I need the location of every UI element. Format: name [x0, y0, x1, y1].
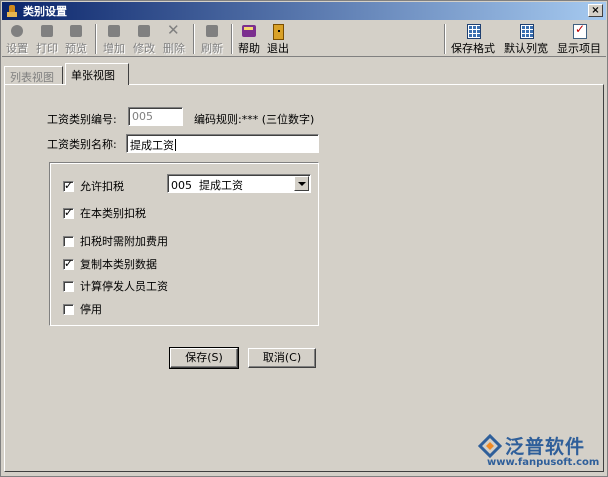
preview-label: 预览	[65, 42, 87, 55]
allow-tax-label: 允许扣税	[80, 180, 124, 193]
help-button[interactable]: 帮助	[236, 23, 262, 57]
category-code-label: 工资类别编号:	[47, 113, 117, 126]
preview-button[interactable]: 预览	[63, 23, 89, 57]
app-icon	[5, 4, 19, 18]
print-button[interactable]: 打印	[34, 23, 60, 57]
extra-fee-checkbox[interactable]: 扣税时需附加费用	[63, 233, 168, 249]
show-items-label: 显示项目	[557, 42, 601, 55]
add-label: 增加	[103, 42, 125, 55]
category-name-label: 工资类别名称:	[47, 138, 117, 151]
toolbar-separator	[95, 24, 97, 54]
allow-tax-checkbox[interactable]: 允许扣税	[63, 178, 124, 194]
category-settings-window: 类别设置 × 设置 打印 预览 增加 修改 删除	[0, 0, 608, 477]
show-items-icon	[571, 22, 587, 39]
tab-single-view[interactable]: 单张视图	[65, 63, 129, 85]
default-width-icon	[518, 23, 534, 39]
brand-url: www.fanpusoft.com	[487, 457, 600, 468]
copy-data-checkbox[interactable]: 复制本类别数据	[63, 256, 157, 272]
delete-icon	[166, 21, 182, 39]
delete-button[interactable]: 删除	[161, 21, 187, 57]
edit-icon	[136, 23, 152, 39]
text-caret	[175, 139, 176, 151]
print-label: 打印	[36, 42, 58, 55]
suspended-pay-label: 计算停发人员工资	[80, 280, 168, 293]
tax-category-value: 005 提成工资	[171, 179, 243, 192]
cancel-button[interactable]: 取消(C)	[248, 348, 316, 368]
category-name-field[interactable]: 提成工资	[126, 134, 319, 153]
delete-label: 删除	[163, 42, 185, 55]
close-button[interactable]: ×	[588, 4, 603, 17]
add-icon	[106, 23, 122, 39]
tax-in-category-label: 在本类别扣税	[80, 207, 146, 220]
settings-label: 设置	[6, 42, 28, 55]
disabled-label: 停用	[80, 303, 102, 316]
save-format-label: 保存格式	[451, 42, 495, 55]
toolbar-separator	[231, 24, 233, 54]
disabled-check[interactable]	[63, 303, 74, 315]
suspended-pay-checkbox[interactable]: 计算停发人员工资	[63, 278, 168, 294]
refresh-icon	[204, 23, 220, 39]
toolbar: 设置 打印 预览 增加 修改 删除 刷新 帮助	[2, 21, 606, 57]
toolbar-separator	[193, 24, 195, 54]
brand-watermark: 泛普软件 www.fanpusoft.com	[477, 431, 605, 469]
help-book-icon	[241, 23, 257, 39]
window-title: 类别设置	[23, 5, 67, 18]
edit-button[interactable]: 修改	[131, 23, 157, 57]
save-button[interactable]: 保存(S)	[169, 347, 239, 369]
preview-icon	[68, 23, 84, 39]
code-rule-text: 编码规则:*** (三位数字)	[194, 113, 315, 126]
brand-name: 泛普软件	[505, 436, 586, 458]
extra-fee-check[interactable]	[63, 235, 74, 247]
tax-in-category-checkbox[interactable]: 在本类别扣税	[63, 205, 146, 221]
tax-category-select[interactable]: 005 提成工资	[167, 174, 311, 193]
copy-data-label: 复制本类别数据	[80, 258, 157, 271]
copy-data-check[interactable]	[63, 257, 74, 270]
print-icon	[39, 23, 55, 39]
extra-fee-label: 扣税时需附加费用	[80, 235, 168, 248]
exit-label: 退出	[267, 42, 289, 55]
save-format-icon	[465, 23, 481, 39]
add-button[interactable]: 增加	[101, 23, 127, 57]
refresh-label: 刷新	[201, 42, 223, 55]
toolbar-separator	[444, 24, 446, 54]
exit-button[interactable]: 退出	[265, 23, 291, 57]
brand-logo-icon	[477, 434, 503, 458]
save-format-button[interactable]: 保存格式	[448, 23, 498, 57]
category-code-field[interactable]: 005	[128, 107, 183, 126]
settings-icon	[9, 23, 25, 39]
tax-in-category-check[interactable]	[63, 206, 74, 219]
category-name-value: 提成工资	[130, 139, 174, 152]
settings-button[interactable]: 设置	[4, 23, 30, 57]
default-width-button[interactable]: 默认列宽	[501, 23, 551, 57]
disabled-checkbox[interactable]: 停用	[63, 301, 102, 317]
title-bar: 类别设置 ×	[2, 2, 606, 20]
edit-label: 修改	[133, 42, 155, 55]
suspended-pay-check[interactable]	[63, 280, 74, 292]
show-items-button[interactable]: 显示项目	[554, 22, 604, 57]
default-width-label: 默认列宽	[504, 42, 548, 55]
help-label: 帮助	[238, 42, 260, 55]
chevron-down-icon[interactable]	[294, 176, 309, 191]
tab-list-view[interactable]: 列表视图	[4, 66, 63, 85]
allow-tax-check[interactable]	[63, 179, 74, 192]
refresh-button[interactable]: 刷新	[199, 23, 225, 57]
exit-door-icon	[270, 23, 286, 40]
